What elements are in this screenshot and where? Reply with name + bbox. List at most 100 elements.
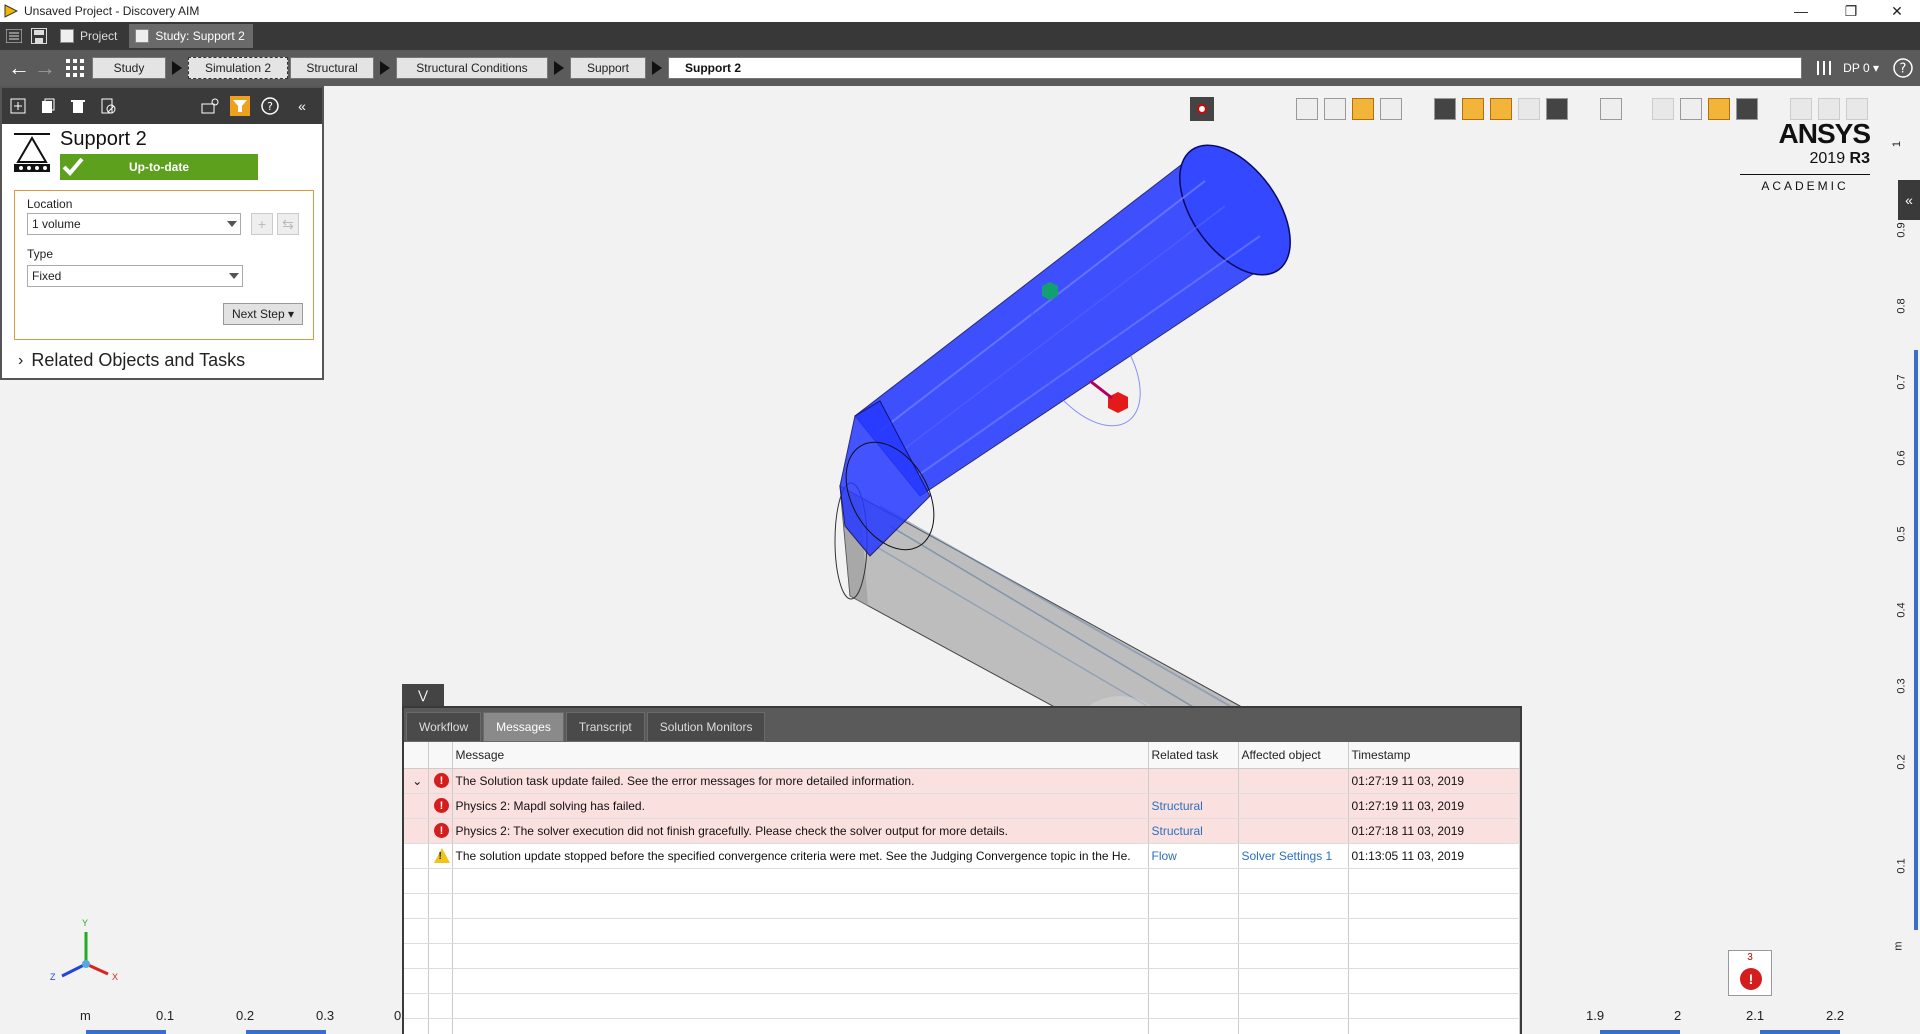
checkmark-icon	[60, 154, 86, 180]
tab-workflow[interactable]: Workflow	[406, 712, 482, 742]
view-cube-icon[interactable]	[1600, 98, 1622, 120]
record-icon	[1197, 104, 1207, 114]
breadcrumb-structural[interactable]: Structural	[290, 57, 374, 79]
breadcrumb-study[interactable]: Study	[92, 57, 166, 79]
related-objects-label: Related Objects and Tasks	[31, 350, 246, 370]
face-filter-icon[interactable]	[1490, 98, 1512, 120]
layers-icon[interactable]	[1680, 98, 1702, 120]
close-button[interactable]: ✕	[1874, 0, 1920, 22]
svg-text:?: ?	[1900, 62, 1907, 77]
ruler-tick: 0.2	[236, 1008, 255, 1023]
design-point-selector[interactable]: DP 0 ▾	[1843, 61, 1879, 75]
delete-icon[interactable]	[68, 96, 88, 116]
tab-messages[interactable]: Messages	[483, 712, 564, 742]
add-location-button[interactable]: +	[251, 213, 273, 235]
related-task-cell[interactable]	[1148, 768, 1239, 794]
expand-column-header	[404, 742, 429, 769]
filter-icon[interactable]	[230, 96, 250, 116]
parameters-icon[interactable]	[1813, 57, 1835, 79]
breadcrumb-structural-conditions[interactable]: Structural Conditions	[396, 57, 548, 79]
type-label: Type	[27, 247, 54, 261]
ruler-segment	[1760, 1030, 1840, 1034]
type-select[interactable]: Fixed	[27, 265, 243, 287]
restore-button[interactable]: ❐	[1828, 0, 1874, 22]
table-row[interactable]: ! Physics 2: The solver execution did no…	[404, 818, 1520, 844]
message-column-header[interactable]: Message	[452, 742, 1149, 769]
tab-project[interactable]: Project	[54, 24, 125, 48]
zoom-box-icon[interactable]	[1652, 98, 1674, 120]
ruler-unit: m	[1892, 941, 1905, 951]
top-tab-bar: Project Study: Support 2	[0, 22, 1920, 50]
forward-arrow-icon[interactable]: →	[32, 55, 58, 81]
severity-column-header	[428, 742, 453, 769]
panel-title: Support 2	[60, 128, 147, 150]
collapse-panel-icon[interactable]: «	[292, 96, 312, 116]
view-select-icon[interactable]	[1296, 98, 1318, 120]
tab-transcript[interactable]: Transcript	[565, 712, 645, 742]
status-badge: Up-to-date	[60, 154, 258, 180]
body-select-icon[interactable]	[1352, 98, 1374, 120]
ruler-unit: m	[80, 1008, 91, 1023]
duplicate-icon[interactable]	[38, 96, 58, 116]
expand-row-chevron-icon[interactable]: ⌄	[404, 768, 429, 794]
timestamp-cell: 01:27:19 11 03, 2019	[1348, 793, 1520, 819]
messages-table: Message Related task Affected object Tim…	[404, 742, 1520, 1034]
back-arrow-icon[interactable]: ←	[6, 55, 32, 81]
error-icon: !	[428, 818, 453, 844]
chevron-down-icon	[227, 221, 237, 227]
panel-help-icon[interactable]: ?	[260, 96, 280, 116]
table-row[interactable]: ! Physics 2: Mapdl solving has failed. S…	[404, 793, 1520, 819]
ruler-tick: 0.8	[1895, 298, 1908, 314]
physics-options-icon[interactable]	[200, 96, 220, 116]
table-header-row: Message Related task Affected object Tim…	[404, 742, 1520, 769]
ansys-logo: ANSYS 2019 R3 ACADEMIC	[1740, 118, 1871, 193]
save-icon[interactable]	[28, 25, 50, 47]
surface-tool-icon[interactable]	[1846, 98, 1868, 120]
affected-object-cell[interactable]	[1238, 768, 1349, 794]
related-task-cell[interactable]: Structural	[1148, 793, 1239, 819]
table-row[interactable]: ! The solution update stopped before the…	[404, 843, 1520, 869]
collapse-messages-icon[interactable]: ⋁	[402, 684, 444, 706]
location-select[interactable]: 1 volume	[27, 213, 241, 235]
body-filter-icon[interactable]	[1462, 98, 1484, 120]
box-select-icon[interactable]	[1324, 98, 1346, 120]
related-objects-toggle[interactable]: › Related Objects and Tasks	[18, 350, 245, 371]
swap-location-button[interactable]: ⇆	[277, 213, 299, 235]
empty-row	[404, 968, 1520, 994]
breadcrumb-support[interactable]: Support	[570, 57, 646, 79]
breadcrumb-separator-icon	[548, 57, 570, 79]
affected-object-cell[interactable]: Solver Settings 1	[1238, 843, 1349, 869]
suppress-icon[interactable]	[98, 96, 118, 116]
empty-row	[404, 868, 1520, 894]
breadcrumb-simulation-2[interactable]: Simulation 2	[188, 57, 288, 79]
breadcrumb-separator-icon	[166, 57, 188, 79]
menu-icon[interactable]	[3, 25, 25, 47]
point-tool-icon[interactable]	[1790, 98, 1812, 120]
related-task-cell[interactable]: Flow	[1148, 843, 1239, 869]
edge-filter-icon[interactable]	[1518, 98, 1540, 120]
related-task-cell[interactable]: Structural	[1148, 818, 1239, 844]
minimize-button[interactable]: —	[1778, 0, 1824, 22]
grid-view-icon[interactable]	[64, 57, 86, 79]
ruler-tick: 0.1	[1895, 858, 1908, 874]
face-select-icon[interactable]	[1380, 98, 1402, 120]
related-task-column-header[interactable]: Related task	[1148, 742, 1239, 769]
record-button[interactable]	[1190, 97, 1214, 121]
vertex-filter-icon[interactable]	[1546, 98, 1568, 120]
affected-object-cell[interactable]	[1238, 793, 1349, 819]
table-row[interactable]: ⌄ ! The Solution task update failed. See…	[404, 768, 1520, 794]
tab-solution-monitors[interactable]: Solution Monitors	[646, 712, 766, 742]
wireframe-icon[interactable]	[1434, 98, 1456, 120]
line-tool-icon[interactable]	[1818, 98, 1840, 120]
fit-view-icon[interactable]	[1736, 98, 1758, 120]
affected-object-cell[interactable]	[1238, 818, 1349, 844]
ruler-icon[interactable]	[1708, 98, 1730, 120]
new-object-icon[interactable]	[8, 96, 28, 116]
timestamp-column-header[interactable]: Timestamp	[1348, 742, 1520, 769]
timestamp-cell: 01:27:18 11 03, 2019	[1348, 818, 1520, 844]
next-step-button[interactable]: Next Step ▾	[222, 303, 303, 325]
help-icon[interactable]: ?	[1892, 57, 1914, 79]
tab-study-support-2[interactable]: Study: Support 2	[129, 24, 253, 48]
affected-object-column-header[interactable]: Affected object	[1238, 742, 1349, 769]
error-count-badge[interactable]: 3 !	[1728, 950, 1772, 996]
